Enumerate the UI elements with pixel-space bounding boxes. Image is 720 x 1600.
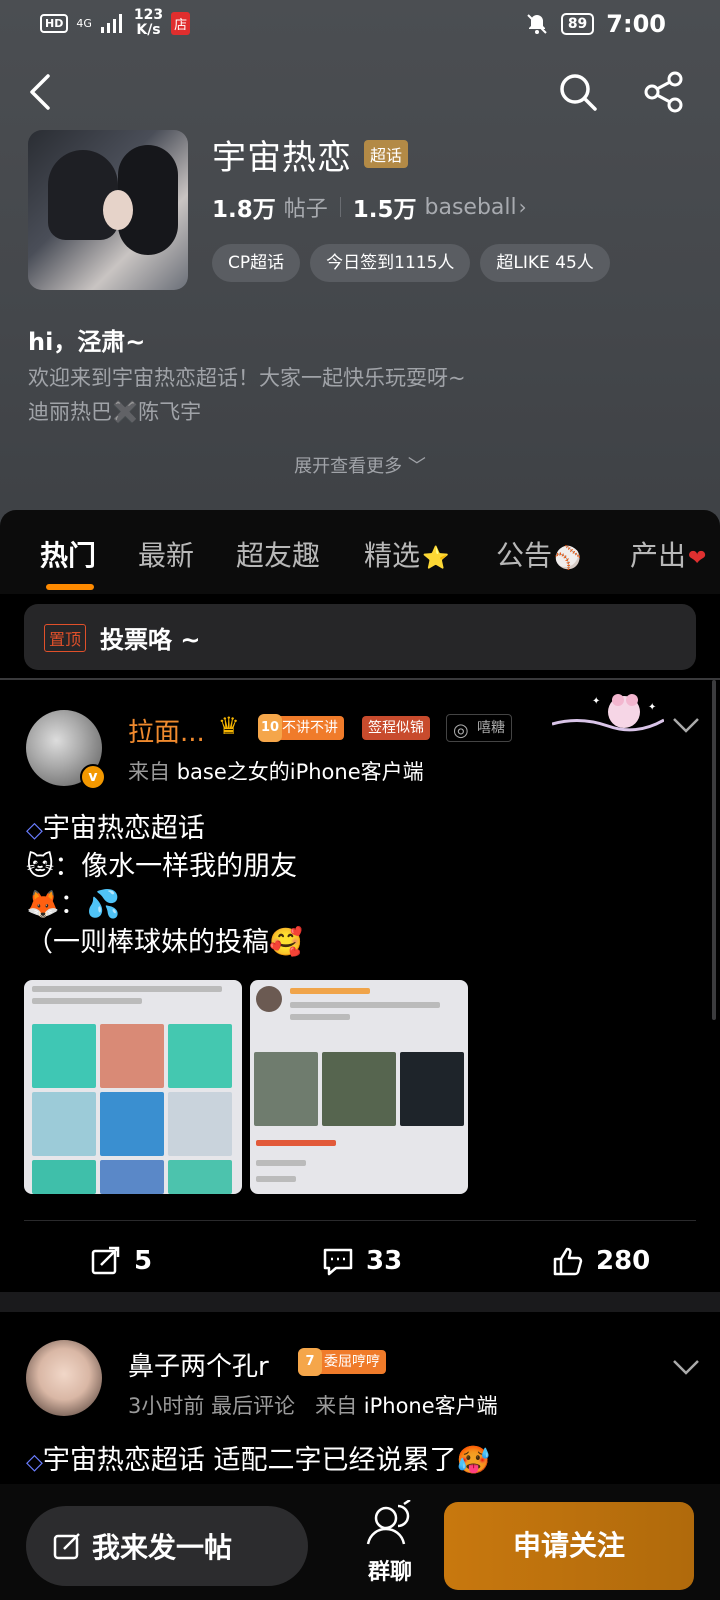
post-text-line: 🐱：像水一样我的朋友 (26, 851, 298, 882)
tab-output[interactable]: 产出❤ (630, 534, 706, 574)
author-name[interactable]: 拉面... (128, 712, 205, 749)
post-text-line: （一则棒球妹的投稿🥰 (26, 927, 303, 958)
tab-latest[interactable]: 最新 (138, 534, 194, 574)
like-count: 280 (596, 1246, 651, 1276)
tab-hot[interactable]: 热门 (40, 534, 96, 574)
post-image[interactable] (24, 980, 242, 1194)
author-avatar[interactable] (26, 1340, 102, 1416)
crown-icon: ♛ (218, 712, 240, 740)
comment-button[interactable]: 33 (322, 1236, 402, 1286)
top-nav (0, 62, 720, 122)
description-line: 迪丽热巴✖️陈飞宇 (28, 400, 202, 424)
bell-muted-icon (527, 14, 547, 34)
community-chips: CP超话 今日签到1115人 超LIKE 45人 (212, 244, 610, 282)
expand-more-button[interactable]: 展开查看更多 ﹀ (0, 452, 720, 478)
signal-label: 4G (76, 16, 92, 30)
star-icon: ⭐ (422, 546, 450, 571)
posts-label: 帖子 (283, 197, 328, 222)
description-line: 欢迎来到宇宙热恋超话！大家一起快乐玩耍呀~ (28, 366, 466, 390)
clock: 7:00 (606, 10, 666, 38)
tab-announcement[interactable]: 公告⚾ (496, 534, 581, 574)
bottom-bar: 我来发一帖 群聊 申请关注 (0, 1484, 720, 1600)
pinned-section: 置顶 投票咯 ~ (0, 594, 720, 680)
chevron-down-icon: ﹀ (407, 456, 426, 477)
posts-count: 1.8万 (212, 197, 276, 223)
community-avatar[interactable] (28, 130, 188, 290)
repost-button[interactable]: 5 (90, 1236, 152, 1286)
post-text-line: 🦊：💦 (26, 889, 121, 920)
greeting: hi，泾肃~ (28, 328, 146, 356)
comment-count: 33 (366, 1246, 403, 1276)
diamond-icon: ◇ (26, 1450, 43, 1475)
edit-icon (53, 1533, 80, 1560)
comment-icon (323, 1248, 353, 1276)
tab-bar: 热门 最新 超友趣 精选⭐ 公告⚾ 产出❤ (0, 510, 720, 594)
chevron-down-icon[interactable] (672, 716, 700, 734)
tab-friends[interactable]: 超友趣 (236, 534, 320, 574)
ribbon-decoration-icon: ✦ ✦ (552, 694, 664, 732)
community-title: 宇宙热恋 (212, 138, 352, 178)
post-source: 来自 base之女的iPhone客户端 (128, 760, 424, 784)
baseball-icon: ⚾ (554, 546, 582, 571)
level-badge: 7 委屈哼哼 (298, 1348, 386, 1376)
svg-text:✦: ✦ (648, 702, 656, 713)
battery-icon: 89 (560, 13, 595, 35)
post-text-line: ◇宇宙热恋超话 适配二字已经说累了🥵 (26, 1445, 491, 1476)
chaohua-badge: 超话 (364, 140, 409, 168)
tab-featured[interactable]: 精选⭐ (364, 534, 449, 574)
feed-post: 鼻子两个孔r 7 委屈哼哼 3小时前 最后评论 来自 iPhone客户端 ◇宇宙热… (0, 1312, 720, 1492)
svg-text:✦: ✦ (592, 696, 600, 707)
chevron-right-icon[interactable]: › (519, 195, 527, 219)
members-count[interactable]: 1.5万 (353, 190, 417, 224)
sign-badge: 签程似锦 (362, 716, 430, 740)
chevron-down-icon[interactable] (672, 1358, 700, 1376)
members-label[interactable]: baseball (425, 195, 517, 220)
pinned-post[interactable]: 置顶 投票咯 ~ (24, 604, 696, 670)
community-header: HD 4G 123 K/s 店 89 7:00 宇宙热恋 超话 1.8万 帖子 … (0, 0, 720, 540)
group-chat-icon (366, 1498, 411, 1545)
post-text-line: ◇宇宙热恋超话 (26, 806, 205, 845)
post-image[interactable] (250, 980, 468, 1194)
community-stats: 1.8万 帖子 1.5万 baseball › (212, 190, 527, 224)
like-button[interactable]: 280 (552, 1236, 650, 1286)
tab-active-indicator (46, 584, 94, 590)
chip-cp[interactable]: CP超话 (212, 244, 301, 282)
post-meta: 3小时前 最后评论 来自 iPhone客户端 (128, 1394, 498, 1418)
hd-indicator: HD (40, 13, 69, 33)
repost-count: 5 (134, 1246, 153, 1276)
candy-badge: ◎ 嘻糖 (446, 714, 512, 742)
author-name[interactable]: 鼻子两个孔r (128, 1346, 269, 1383)
search-icon[interactable] (556, 70, 600, 114)
status-bar: HD 4G 123 K/s 店 89 7:00 (0, 0, 720, 50)
topic-link[interactable]: 宇宙热恋超话 (43, 813, 205, 844)
net-speed: 123 K/s (133, 7, 164, 38)
store-icon: 店 (171, 11, 191, 35)
scrollbar[interactable] (712, 680, 716, 1020)
heart-icon: ❤ (688, 546, 707, 571)
pinned-badge: 置顶 (44, 624, 87, 652)
group-chat-button[interactable]: 群聊 (360, 1498, 420, 1596)
share-icon[interactable] (642, 70, 686, 114)
feed-post: v 拉面... ♛ 10 不讲不讲 签程似锦 ◎ 嘻糖 ✦ ✦ 来自 base之女的… (0, 680, 720, 1292)
divider (24, 1220, 696, 1221)
new-post-button[interactable]: 我来发一帖 (26, 1506, 308, 1586)
verified-icon: v (80, 764, 106, 790)
chip-checkin[interactable]: 今日签到1115人 (310, 244, 471, 282)
signal-bars-icon (100, 14, 122, 33)
pinned-title: 投票咯 ~ (100, 626, 201, 654)
chip-like[interactable]: 超LIKE 45人 (480, 244, 610, 282)
back-icon[interactable] (22, 70, 62, 114)
thumbs-up-icon (553, 1247, 583, 1276)
follow-button[interactable]: 申请关注 (444, 1502, 694, 1590)
repost-icon (91, 1246, 120, 1275)
level-badge: 10 不讲不讲 (258, 714, 344, 742)
feed-gap (0, 1292, 720, 1312)
diamond-icon: ◇ (26, 818, 43, 843)
lollipop-icon: ◎ (453, 720, 469, 741)
